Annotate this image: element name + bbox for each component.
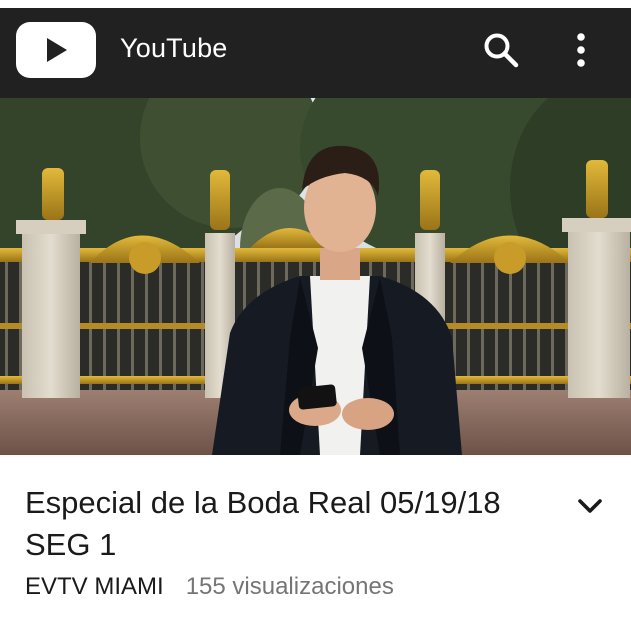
more-options-button[interactable] — [561, 30, 601, 70]
app-title: YouTube — [120, 33, 228, 63]
play-icon — [47, 38, 67, 62]
more-vert-icon — [577, 33, 585, 67]
view-count: 155 visualizaciones — [185, 573, 394, 600]
video-info: Especial de la Boda Real 05/19/18 SEG 1 … — [0, 455, 631, 631]
video-player[interactable] — [0, 98, 631, 455]
video-title[interactable]: Especial de la Boda Real 05/19/18 SEG 1 — [25, 482, 545, 566]
expand-description-button[interactable] — [573, 489, 607, 523]
app-bar: YouTube — [0, 8, 631, 98]
youtube-logo[interactable] — [16, 22, 96, 78]
video-thumbnail — [0, 98, 631, 455]
video-meta: EVTV MIAMI 155 visualizaciones — [25, 572, 394, 602]
search-button[interactable] — [481, 30, 521, 70]
search-icon — [484, 33, 519, 68]
chevron-down-icon — [578, 499, 602, 513]
channel-name[interactable]: EVTV MIAMI — [25, 573, 164, 600]
status-strip — [0, 0, 631, 8]
